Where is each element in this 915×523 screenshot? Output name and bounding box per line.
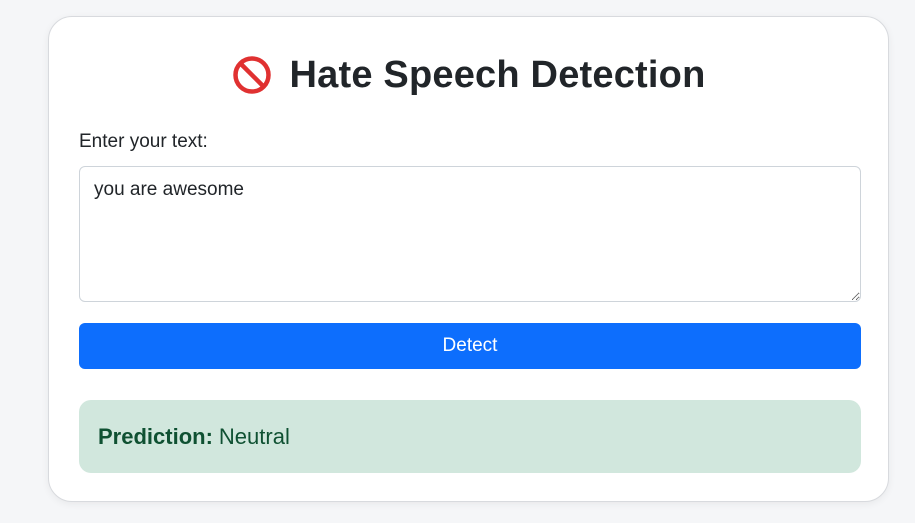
prediction-result: Prediction: Neutral xyxy=(79,400,861,473)
title-row: Hate Speech Detection xyxy=(49,51,888,99)
text-input-label: Enter your text: xyxy=(79,131,208,152)
page-title: Hate Speech Detection xyxy=(289,53,706,96)
prediction-value: Neutral xyxy=(218,423,290,449)
text-input[interactable]: you are awesome xyxy=(79,166,861,302)
prediction-label: Prediction: xyxy=(98,423,213,449)
detect-button[interactable]: Detect xyxy=(79,323,861,369)
detection-card: Hate Speech Detection Enter your text: y… xyxy=(48,16,889,502)
prohibited-icon xyxy=(232,55,272,95)
